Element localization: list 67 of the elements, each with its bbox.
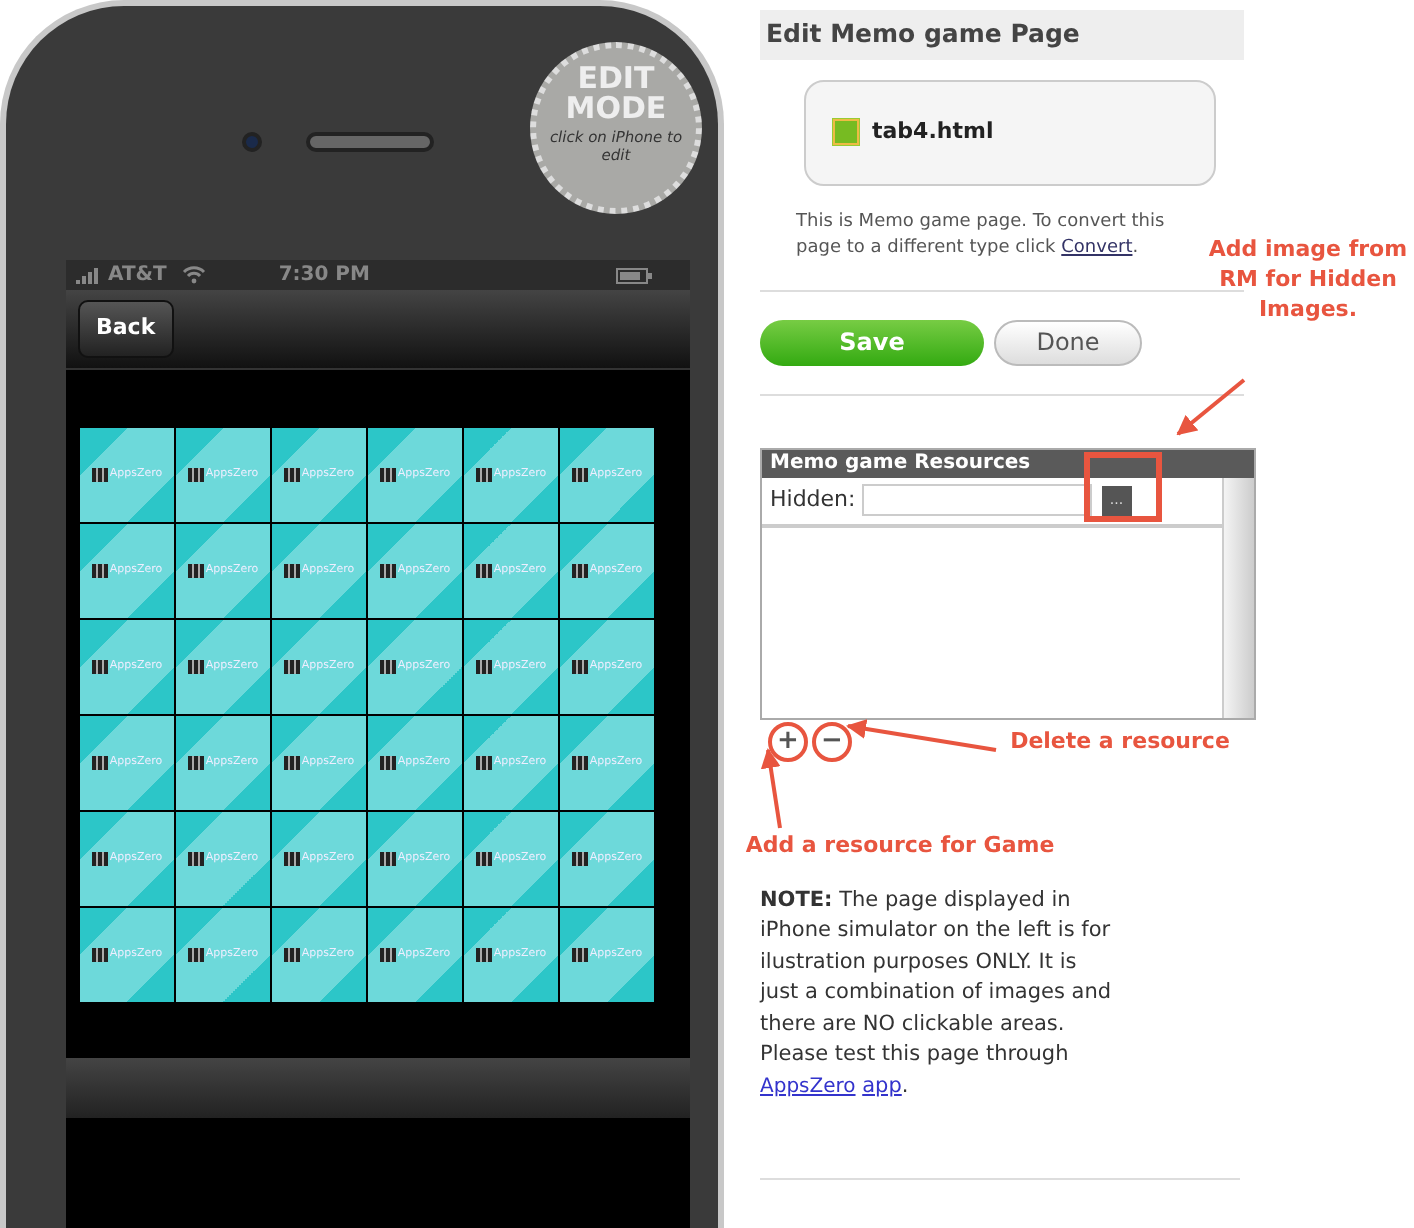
panel-header: Memo game Resources	[762, 449, 1254, 478]
film-icon	[571, 852, 588, 866]
description-text: This is Memo game page. To convert this page to a different type click Convert.	[796, 209, 1167, 262]
film-icon	[283, 564, 300, 578]
save-button[interactable]: Save	[760, 319, 984, 366]
status-time: 7:30 PM	[278, 262, 370, 290]
speaker-icon	[306, 132, 434, 152]
film-icon	[91, 564, 108, 578]
field-label: Hidden:	[770, 484, 856, 516]
film-icon	[475, 756, 492, 770]
film-icon	[379, 468, 396, 482]
badge-title: EDIT MODE	[563, 64, 669, 124]
highlight-frame	[1084, 452, 1162, 522]
camera-icon	[242, 132, 262, 152]
annotation-text: Add image from RM for Hidden Images.	[1206, 234, 1410, 324]
film-icon	[283, 948, 300, 962]
annotation-arrow	[760, 748, 782, 829]
film-icon	[283, 660, 300, 674]
film-icon	[475, 948, 492, 962]
carrier-label: AT&T	[108, 262, 167, 290]
film-icon	[379, 660, 396, 674]
film-icon	[379, 564, 396, 578]
film-icon	[91, 852, 108, 866]
annotation-text: Delete a resource	[1008, 726, 1232, 756]
film-icon	[475, 564, 492, 578]
remove-button[interactable]: −	[812, 721, 852, 762]
page-icon	[832, 118, 860, 147]
film-icon	[379, 756, 396, 770]
film-icon	[379, 852, 396, 866]
page-title: Edit Memo game Page	[760, 10, 1244, 60]
battery-icon	[616, 267, 652, 283]
hidden-image-field[interactable]	[861, 484, 1092, 517]
film-icon	[283, 852, 300, 866]
app-link[interactable]: app	[862, 1073, 902, 1098]
file-name: tab4.html	[872, 116, 994, 148]
annotation-text: Add a resource for Game	[743, 830, 1057, 860]
film-icon	[475, 852, 492, 866]
film-icon	[379, 948, 396, 962]
film-icon	[187, 564, 204, 578]
film-icon	[571, 756, 588, 770]
film-icon	[571, 660, 588, 674]
film-icon	[475, 468, 492, 482]
appszero-link[interactable]: AppsZero	[760, 1075, 856, 1098]
film-icon	[571, 564, 588, 578]
film-icon	[91, 948, 108, 962]
film-icon	[571, 948, 588, 962]
film-icon	[571, 468, 588, 482]
film-icon	[187, 468, 204, 482]
film-icon	[283, 468, 300, 482]
film-icon	[475, 660, 492, 674]
signal-icon	[76, 267, 100, 283]
film-icon	[283, 756, 300, 770]
note-text: NOTE: The page displayed in iPhone simulator on the left is for ilustration purposes ONLY. It is just a combination of images and there are NO clickable areas. Please test this page through AppsZero app.	[760, 885, 1114, 1102]
film-icon	[91, 468, 108, 482]
film-icon	[91, 756, 108, 770]
back-button[interactable]: Back	[78, 300, 174, 358]
film-icon	[187, 660, 204, 674]
annotation-arrow	[1176, 378, 1246, 436]
film-icon	[91, 660, 108, 674]
done-button[interactable]: Done	[994, 319, 1142, 366]
add-button[interactable]: +	[768, 721, 808, 762]
scrollbar[interactable]	[1222, 477, 1254, 718]
film-icon	[187, 852, 204, 866]
film-icon	[187, 756, 204, 770]
convert-link[interactable]: Convert	[1061, 237, 1133, 258]
film-icon	[187, 948, 204, 962]
wifi-icon	[182, 266, 207, 284]
